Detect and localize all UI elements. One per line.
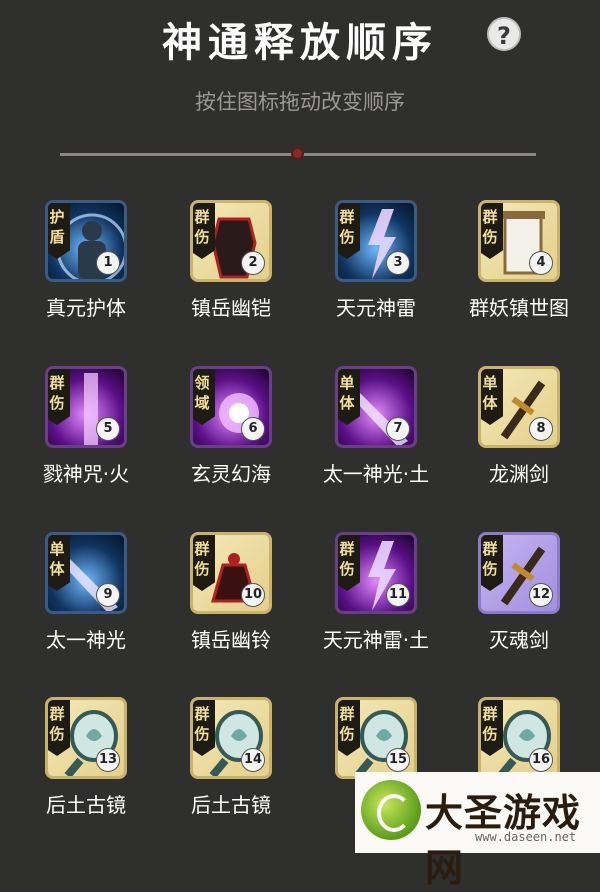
skill-type-tag: 群伤 <box>481 203 503 259</box>
skill-type-tag: 群伤 <box>481 700 503 756</box>
order-badge: 13 <box>96 748 120 772</box>
skill-slot[interactable]: 群伤 13 <box>45 697 127 779</box>
skill-slot[interactable]: 单体 9 <box>45 532 127 614</box>
skill-type-tag: 群伤 <box>48 700 70 756</box>
skill-name: 镇岳幽铠 <box>191 296 271 320</box>
site-logo-icon <box>361 780 421 840</box>
skill-slot[interactable]: 群伤 16 <box>478 697 560 779</box>
skill-name: 玄灵幻海 <box>191 462 271 486</box>
skill-slot[interactable]: 领域 6 <box>190 366 272 448</box>
skill-type-tag: 群伤 <box>193 700 215 756</box>
order-badge: 6 <box>241 417 265 441</box>
skill-slot[interactable]: 群伤 2 <box>190 200 272 282</box>
skill-slot[interactable]: 群伤 14 <box>190 697 272 779</box>
skill-type-tag: 领域 <box>193 369 215 425</box>
order-badge: 11 <box>386 583 410 607</box>
skill-slot[interactable]: 单体 7 <box>335 366 417 448</box>
skill-slot[interactable]: 群伤 3 <box>335 200 417 282</box>
skill-type-tag: 护盾 <box>48 203 70 259</box>
skill-type-tag: 群伤 <box>338 700 360 756</box>
skill-type-tag: 单体 <box>338 369 360 425</box>
watermark: 大圣游戏网 www.daseen.net <box>355 772 600 890</box>
order-badge: 14 <box>241 748 265 772</box>
skill-slot[interactable]: 群伤 5 <box>45 366 127 448</box>
order-badge: 8 <box>529 417 553 441</box>
skill-name: 群妖镇世图 <box>469 296 569 320</box>
order-badge: 10 <box>241 583 265 607</box>
skill-name: 镇岳幽铃 <box>191 628 271 652</box>
skill-slot[interactable]: 群伤 12 <box>478 532 560 614</box>
order-badge: 5 <box>96 417 120 441</box>
skill-type-tag: 群伤 <box>48 369 70 425</box>
skill-type-tag: 群伤 <box>481 535 503 591</box>
skill-name: 龙渊剑 <box>489 462 549 486</box>
skill-slot[interactable]: 群伤 4 <box>478 200 560 282</box>
skill-name: 灭魂剑 <box>489 628 549 652</box>
skill-slot[interactable]: 群伤 10 <box>190 532 272 614</box>
skill-type-tag: 群伤 <box>338 535 360 591</box>
watermark-url: www.daseen.net <box>475 830 577 844</box>
skill-name: 后土古镜 <box>191 793 271 817</box>
skill-slot[interactable]: 单体 8 <box>478 366 560 448</box>
order-badge: 4 <box>529 251 553 275</box>
order-badge: 15 <box>386 748 410 772</box>
order-badge: 16 <box>529 748 553 772</box>
order-badge: 9 <box>96 583 120 607</box>
skill-name: 太一神光 <box>46 628 126 652</box>
skill-name: 天元神雷·土 <box>322 628 430 652</box>
skill-type-tag: 单体 <box>481 369 503 425</box>
skill-type-tag: 群伤 <box>193 535 215 591</box>
skill-slot[interactable]: 群伤 15 <box>335 697 417 779</box>
skill-slot[interactable]: 护盾 1 <box>45 200 127 282</box>
order-badge: 12 <box>529 583 553 607</box>
order-badge: 2 <box>241 251 265 275</box>
skill-name: 后土古镜 <box>46 793 126 817</box>
skill-type-tag: 单体 <box>48 535 70 591</box>
order-badge: 7 <box>386 417 410 441</box>
skill-type-tag: 群伤 <box>193 203 215 259</box>
skill-grid: 护盾 1 真元护体 群伤 2 镇岳幽铠 群伤 3 天元神雷 群伤 4 群妖镇世图 群伤 5 戮神咒·火 领域 6… <box>0 0 600 853</box>
order-badge: 3 <box>386 251 410 275</box>
order-badge: 1 <box>96 251 120 275</box>
skill-slot[interactable]: 群伤 11 <box>335 532 417 614</box>
skill-type-tag: 群伤 <box>338 203 360 259</box>
skill-name: 真元护体 <box>46 296 126 320</box>
skill-name: 太一神光·土 <box>322 462 430 486</box>
skill-name: 戮神咒·火 <box>42 462 130 486</box>
skill-name: 天元神雷 <box>336 296 416 320</box>
